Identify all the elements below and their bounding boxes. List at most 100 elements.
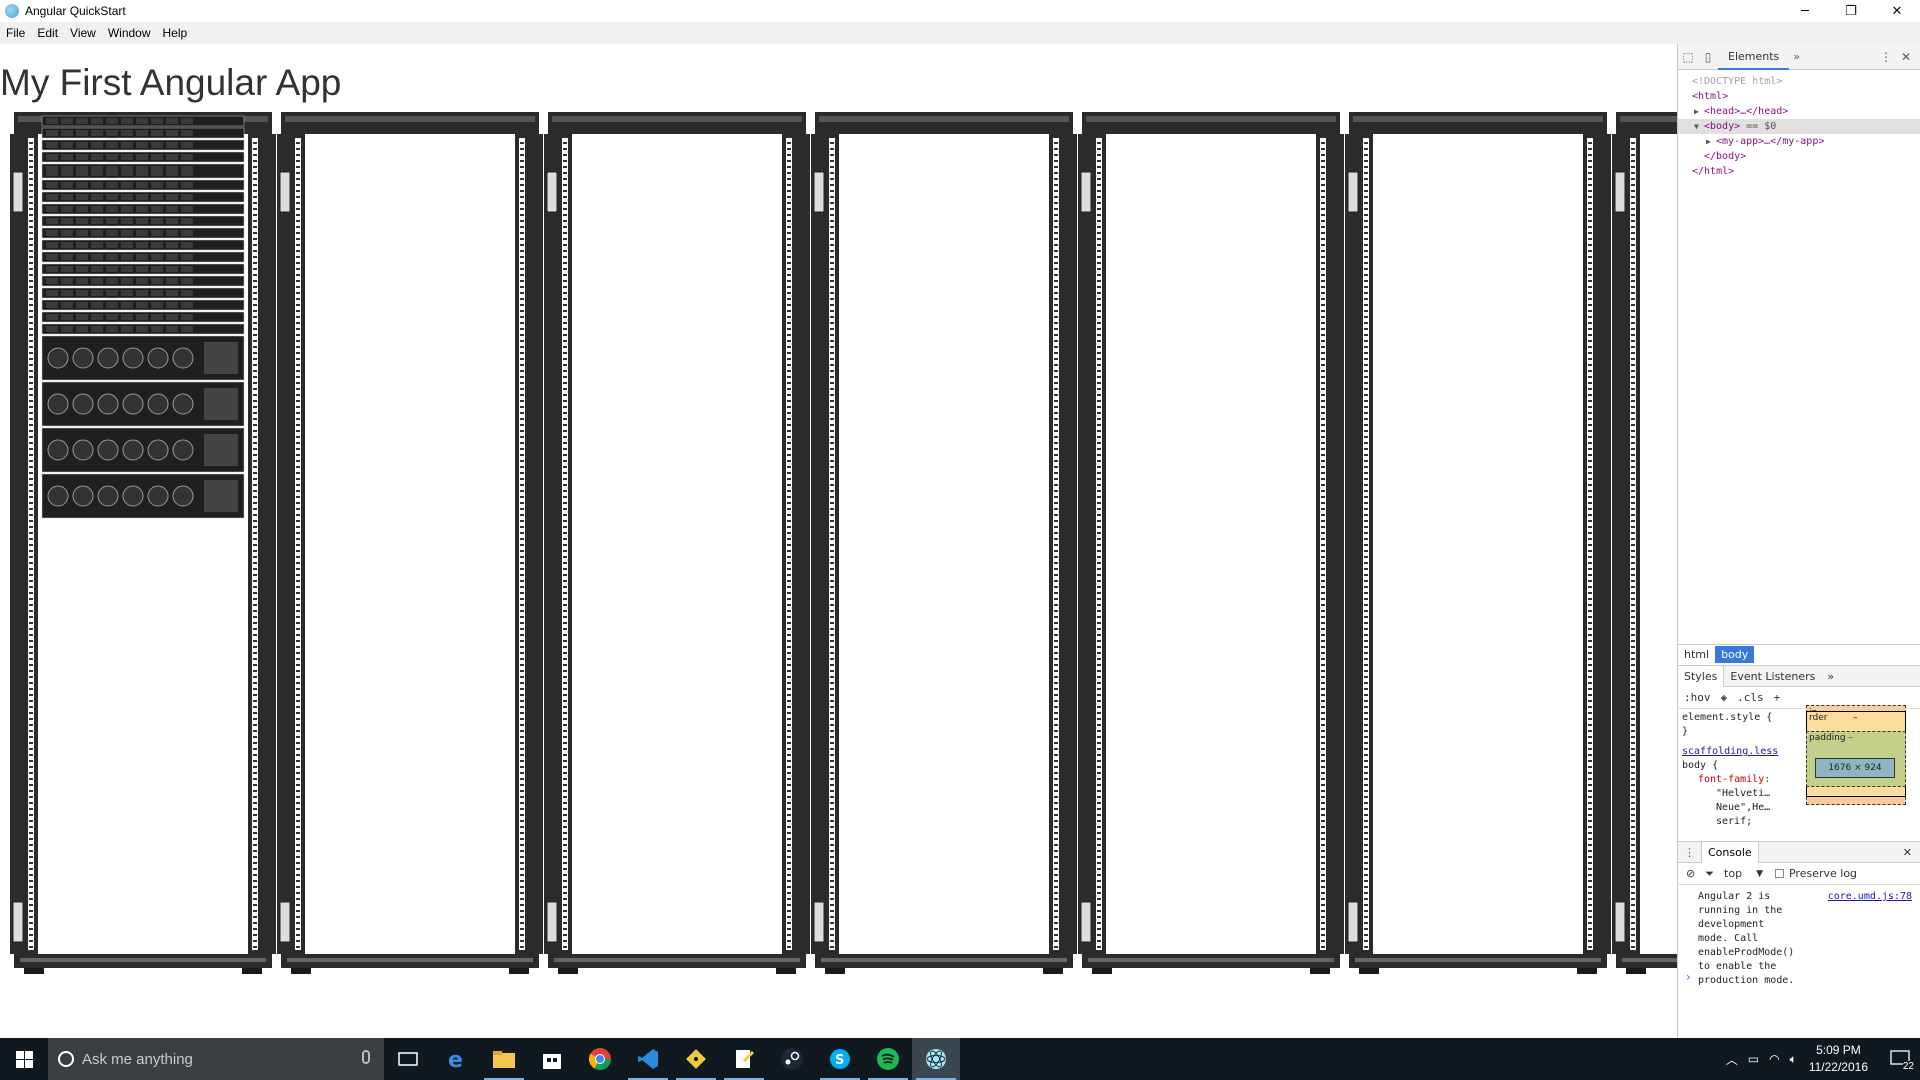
filter-icon[interactable]: ⏷ [1705, 867, 1714, 881]
device-toolbar-icon[interactable]: ▯ [1698, 47, 1718, 67]
dom-node[interactable]: <!DOCTYPE html> [1678, 74, 1920, 89]
expand-triangle-icon[interactable]: ▼ [1694, 119, 1704, 134]
tab-console[interactable]: Console [1701, 841, 1759, 863]
rail-hole [563, 502, 567, 504]
store-icon[interactable] [528, 1038, 576, 1080]
clear-console-icon[interactable]: ⊘ [1686, 867, 1695, 880]
rail-hole [1054, 616, 1058, 618]
close-devtools-icon[interactable]: ✕ [1896, 47, 1916, 67]
crumb-body[interactable]: body [1715, 646, 1755, 663]
restore-button[interactable]: ❐ [1828, 0, 1874, 22]
dom-node[interactable]: <html> [1678, 89, 1920, 104]
expand-triangle-icon[interactable]: ▶ [1694, 104, 1704, 119]
rail-hole [1588, 454, 1592, 456]
rail-hole [1364, 754, 1368, 756]
selected-node-marker: == $0 [1740, 121, 1777, 132]
file-explorer-icon[interactable] [480, 1038, 528, 1080]
notepad-icon[interactable] [720, 1038, 768, 1080]
visual-studio-code-icon[interactable] [624, 1038, 672, 1080]
menu-help[interactable]: Help [163, 26, 188, 40]
rail-hole [253, 310, 257, 312]
rail-hole [1588, 694, 1592, 696]
more-tabs-icon[interactable]: » [1793, 50, 1800, 63]
rail-hole [563, 202, 567, 204]
console-prompt[interactable]: › [1686, 970, 1691, 984]
svg-text:e: e [448, 1048, 463, 1071]
dom-node[interactable]: ▶ <head>…</head> [1678, 104, 1920, 119]
dom-node[interactable]: </html> [1678, 164, 1920, 179]
skype-icon[interactable]: S [816, 1038, 864, 1080]
dom-node[interactable]: </body> [1678, 149, 1920, 164]
server-rack [277, 112, 543, 974]
context-select[interactable]: top [1724, 867, 1742, 880]
rail-hole [563, 160, 567, 162]
rail-hole [1364, 178, 1368, 180]
server-drive-bay [166, 154, 178, 160]
console-source-link[interactable]: core.umd.js:78 [1828, 890, 1912, 904]
rail-hole [563, 802, 567, 804]
rail-hole [296, 814, 300, 816]
tab-event-listeners[interactable]: Event Listeners [1724, 666, 1821, 687]
rail-hole [29, 862, 33, 864]
menu-edit[interactable]: Edit [37, 26, 58, 40]
dom-node[interactable]: ▼ <body> == $0 [1678, 119, 1920, 134]
rail-hole [830, 412, 834, 414]
rail-hole [830, 622, 834, 624]
action-center-icon[interactable]: 22 [1880, 1038, 1920, 1080]
rail-hole [296, 316, 300, 318]
menu-window[interactable]: Window [108, 26, 151, 40]
clock[interactable]: 5:09 PM 11/22/2016 [1809, 1042, 1868, 1076]
close-button[interactable]: ✕ [1874, 0, 1920, 22]
drawer-menu-icon[interactable]: ⋮ [1678, 846, 1701, 859]
rail-hole [253, 598, 257, 600]
spotify-icon[interactable] [864, 1038, 912, 1080]
new-rule-button[interactable]: + [1774, 691, 1781, 704]
box-content-size[interactable]: 1676 × 924 [1815, 758, 1895, 778]
rail-hole [520, 148, 524, 150]
more-panels-icon[interactable]: » [1821, 666, 1840, 687]
menu-file[interactable]: File [6, 26, 25, 40]
inspect-element-icon[interactable]: ⬚ [1678, 47, 1698, 67]
dom-node[interactable]: ▶ <my-app>…</my-app> [1678, 134, 1920, 149]
steam-icon[interactable] [768, 1038, 816, 1080]
rail-hole [1364, 142, 1368, 144]
rail-hole [830, 772, 834, 774]
preserve-log-checkbox[interactable] [1774, 869, 1784, 878]
menu-view[interactable]: View [70, 26, 96, 40]
crumb-html[interactable]: html [1678, 646, 1715, 663]
context-dropdown-icon[interactable]: ▼ [1756, 869, 1763, 879]
rail-hole [296, 376, 300, 378]
expand-triangle-icon[interactable]: ▶ [1706, 134, 1716, 149]
search-box[interactable]: Ask me anything [48, 1038, 384, 1080]
server-unit [41, 203, 245, 215]
microphone-icon[interactable] [362, 1050, 370, 1064]
git-icon[interactable] [672, 1038, 720, 1080]
rule-element-style[interactable]: element.style { [1682, 711, 1790, 725]
close-drawer-icon[interactable]: ✕ [1903, 846, 1912, 859]
battery-icon[interactable]: ▭ [1748, 1052, 1759, 1066]
border-value[interactable]: – [1853, 713, 1858, 723]
kebab-menu-icon[interactable]: ⋮ [1876, 47, 1896, 67]
server-drive-bay [91, 130, 103, 136]
color-format-icon[interactable]: ◈ [1721, 691, 1728, 704]
rail-hole [253, 724, 257, 726]
volume-icon[interactable]: 🔈︎ [1790, 1052, 1797, 1067]
tab-elements[interactable]: Elements [1718, 44, 1790, 70]
rail-hole [1054, 484, 1058, 486]
class-toggle[interactable]: .cls [1737, 691, 1764, 704]
task-view-icon[interactable] [384, 1038, 432, 1080]
rail-hole [1321, 190, 1325, 192]
wifi-icon[interactable]: ◠ [1769, 1052, 1779, 1066]
show-hidden-icons-icon[interactable]: ︿ [1726, 1051, 1738, 1068]
edge-icon[interactable]: e [432, 1038, 480, 1080]
rule-source-link[interactable]: scaffolding.less [1682, 745, 1790, 759]
tab-styles[interactable]: Styles [1678, 665, 1725, 687]
rail-hole [1097, 766, 1101, 768]
electron-app-icon[interactable] [912, 1038, 960, 1080]
minimize-button[interactable]: ─ [1782, 0, 1828, 22]
chrome-icon[interactable] [576, 1038, 624, 1080]
hover-state-toggle[interactable]: :hov [1684, 691, 1711, 704]
rail-hole [520, 700, 524, 702]
rule-property[interactable]: font-family: [1682, 773, 1790, 787]
start-button[interactable] [0, 1038, 48, 1080]
